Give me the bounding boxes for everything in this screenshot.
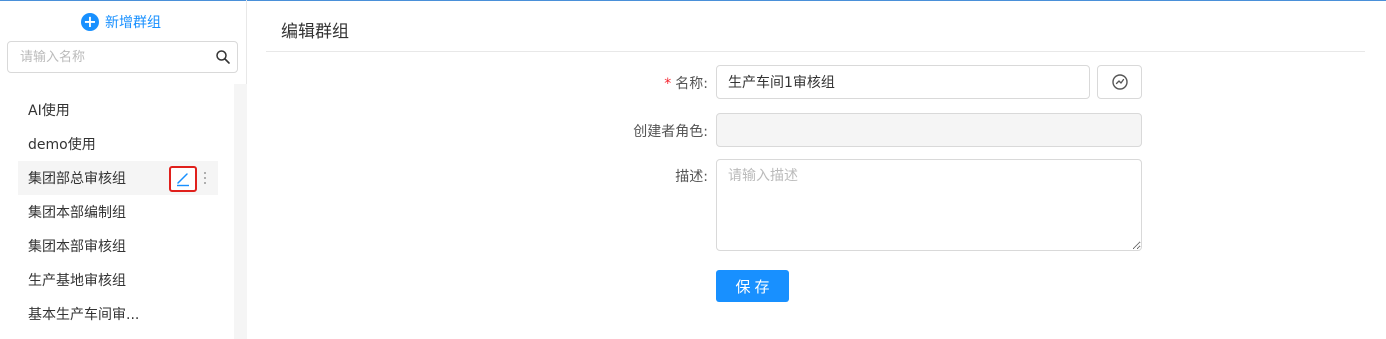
group-item-label: 生产基地审核组 bbox=[28, 273, 126, 289]
sidebar-scrollbar[interactable] bbox=[234, 84, 247, 339]
more-vertical-icon[interactable] bbox=[201, 169, 209, 187]
group-item-label: 基本生产车间审... bbox=[28, 307, 140, 323]
edit-button[interactable] bbox=[169, 166, 197, 192]
title-divider bbox=[266, 51, 1365, 52]
name-input[interactable] bbox=[716, 65, 1090, 99]
name-label-wrap: * 名称: bbox=[508, 73, 708, 93]
group-sidebar: + 新增群组 AI使用 demo使用 集团部总审核组 集团 bbox=[0, 0, 247, 339]
refresh-circle-icon bbox=[1111, 74, 1128, 90]
list-item[interactable]: 生产基地审核组 bbox=[18, 263, 218, 297]
search-input[interactable] bbox=[20, 43, 220, 71]
creator-role-label: 创建者角色: bbox=[633, 124, 708, 140]
add-group-button[interactable]: + 新增群组 bbox=[81, 10, 161, 34]
description-textarea[interactable] bbox=[716, 159, 1142, 251]
group-item-label: 集团本部审核组 bbox=[28, 239, 126, 255]
group-list: AI使用 demo使用 集团部总审核组 集团本部编制组 集团本部审核组 生产基地… bbox=[18, 93, 218, 331]
name-label: 名称: bbox=[675, 76, 708, 92]
add-group-label: 新增群组 bbox=[105, 15, 161, 31]
plus-circle-icon: + bbox=[81, 13, 99, 31]
creator-role-field bbox=[716, 113, 1142, 147]
description-label: 描述: bbox=[675, 169, 708, 185]
group-item-label: 集团本部编制组 bbox=[28, 205, 126, 221]
edit-pen-icon bbox=[177, 173, 189, 187]
group-item-label: 集团部总审核组 bbox=[28, 171, 126, 187]
search-box bbox=[7, 41, 238, 73]
list-item[interactable]: demo使用 bbox=[18, 127, 218, 161]
list-item[interactable]: 集团本部编制组 bbox=[18, 195, 218, 229]
list-item-active[interactable]: 集团部总审核组 bbox=[18, 161, 218, 195]
name-action-button[interactable] bbox=[1097, 65, 1142, 99]
search-icon[interactable] bbox=[215, 49, 231, 65]
page-title: 编辑群组 bbox=[281, 22, 349, 42]
group-item-label: AI使用 bbox=[28, 103, 70, 119]
list-item[interactable]: 基本生产车间审... bbox=[18, 297, 218, 331]
group-item-label: demo使用 bbox=[28, 137, 96, 153]
save-button[interactable]: 保存 bbox=[716, 270, 789, 302]
list-item[interactable]: 集团本部审核组 bbox=[18, 229, 218, 263]
required-mark: * bbox=[664, 76, 672, 92]
list-item[interactable]: AI使用 bbox=[18, 93, 218, 127]
